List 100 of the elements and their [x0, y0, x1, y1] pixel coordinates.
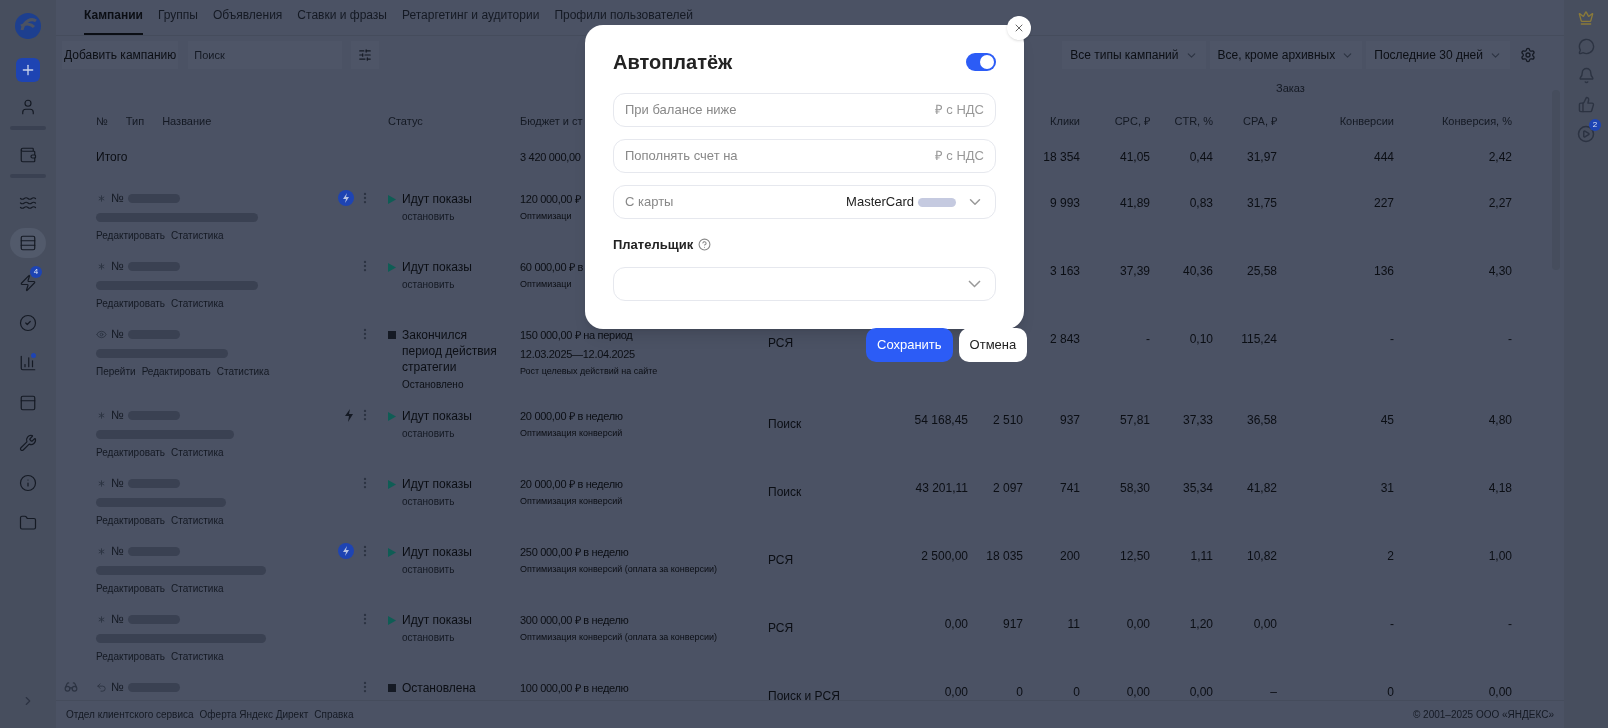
play-circle-icon[interactable]	[1577, 125, 1595, 143]
save-button[interactable]: Сохранить	[866, 328, 953, 362]
close-icon	[1013, 22, 1025, 34]
strategy-text: Оптимизация конверсий	[520, 495, 623, 508]
cpa-cell-text: 0,00	[1253, 616, 1277, 633]
group-header: Заказ	[1276, 80, 1305, 96]
wallet-icon	[19, 146, 37, 164]
cancel-button[interactable]: Отмена	[958, 328, 1028, 362]
campaign-type: Поиск и РСЯ	[768, 689, 840, 700]
column-header[interactable]: Конверсии	[1339, 112, 1394, 130]
clicks-cell-text: 0	[1073, 684, 1080, 700]
autopay-toggle[interactable]	[966, 53, 996, 71]
row-link[interactable]: Статистика	[171, 581, 224, 596]
help-icon[interactable]	[698, 238, 712, 252]
tab[interactable]: Профили пользователей	[554, 6, 693, 35]
footer-link[interactable]: Отдел клиентского сервиса	[66, 707, 194, 722]
row-link[interactable]: Редактировать	[96, 228, 166, 243]
row-link[interactable]: Перейти	[96, 364, 136, 379]
footer-link[interactable]: Справка	[314, 707, 354, 722]
column-header[interactable]: CPC, ₽	[1114, 112, 1150, 130]
close-button[interactable]	[1007, 16, 1031, 40]
cpa-cell-text: 31,75	[1246, 195, 1277, 212]
row-link[interactable]: Статистика	[171, 513, 224, 528]
logo-icon	[14, 12, 42, 40]
amount-field[interactable]: Пополнять счет на ₽ с НДС	[613, 139, 996, 173]
notification-badge: 4	[30, 266, 42, 278]
stop-link[interactable]: остановить	[402, 209, 520, 224]
create-button[interactable]	[16, 58, 40, 82]
number-label: №	[111, 543, 124, 560]
card-select[interactable]: С карты MasterCard	[613, 185, 996, 219]
ctr-cell-text: 1,11	[1190, 548, 1213, 565]
plus-icon	[20, 62, 36, 78]
stop-link[interactable]: остановить	[402, 630, 520, 645]
tab[interactable]: Кампании	[84, 6, 143, 35]
total-cell-text: 41,05	[1119, 149, 1150, 166]
total-cell-text: 444	[1373, 149, 1394, 166]
stop-link[interactable]: остановить	[402, 426, 520, 441]
footer-link[interactable]: Оферта Яндекс Директ	[199, 707, 309, 722]
cpa-cell-text: 115,24	[1241, 331, 1277, 348]
row-link[interactable]: Редактировать	[96, 445, 166, 460]
tab[interactable]: Объявления	[212, 6, 283, 35]
budget-text: 300 000,00 ₽ в неделю	[520, 613, 629, 628]
stop-link[interactable]: остановить	[402, 277, 520, 292]
crown-icon[interactable]	[1578, 10, 1594, 26]
row-link[interactable]: Редактировать	[96, 296, 166, 311]
row-link[interactable]: Статистика	[171, 228, 224, 243]
tab[interactable]: Ставки и фразы	[297, 6, 387, 35]
conversion-rate-cell-text: -	[1508, 331, 1512, 348]
conversion-rate-cell-text: 4,80	[1488, 412, 1512, 429]
cpc-cell-text: -	[1146, 331, 1150, 348]
bell-icon[interactable]	[1577, 67, 1595, 84]
amount-cell-text: 54 168,45	[914, 412, 968, 429]
conversions-cell-text: 0	[1387, 684, 1394, 700]
row-link[interactable]: Редактировать	[96, 581, 166, 596]
row-link[interactable]: Статистика	[171, 445, 224, 460]
folder-icon	[19, 514, 37, 532]
strategy-text: Оптимизаци	[520, 210, 572, 223]
amount-input[interactable]: При балансе ниже	[625, 100, 935, 120]
thumbs-up-icon[interactable]	[1577, 96, 1595, 113]
column-header[interactable]: Конверсия, %	[1441, 112, 1512, 130]
amount-input[interactable]: Пополнять счет на	[625, 146, 935, 166]
strategy-text: Оптимизация конверсий	[520, 427, 623, 440]
copyright: © 2001–2025 ООО «ЯНДЕКС»	[1412, 708, 1554, 722]
payer-select[interactable]	[613, 266, 996, 301]
column-header[interactable]: Тип	[125, 112, 145, 130]
conversions-cell-text: 31	[1380, 480, 1394, 497]
column-header[interactable]: CPA, ₽	[1243, 112, 1277, 130]
column-header[interactable]: Клики	[1050, 112, 1080, 130]
stop-link[interactable]: остановить	[402, 562, 520, 577]
clicks-cell-text: 9 993	[1049, 195, 1080, 212]
redacted-bar	[918, 197, 956, 207]
ctr-cell-text: 37,33	[1182, 412, 1213, 429]
cpc-cell-text: 37,39	[1119, 263, 1150, 280]
settings-icon[interactable]	[1520, 47, 1536, 63]
campaign-type: РСЯ	[768, 336, 794, 350]
conversion-rate-cell-text: 2,27	[1488, 195, 1512, 212]
chat-icon[interactable]	[1577, 38, 1595, 55]
sidebar-item[interactable]: 4	[10, 268, 46, 298]
row-link[interactable]: Статистика	[216, 364, 270, 379]
clicks-cell-text: 3 163	[1049, 263, 1080, 280]
amount-field[interactable]: При балансе ниже ₽ с НДС	[613, 93, 996, 127]
sidebar-item[interactable]	[10, 228, 46, 258]
tab[interactable]: Ретаргетинг и аудитории	[402, 6, 540, 35]
row-link[interactable]: Редактировать	[96, 649, 166, 664]
row-link[interactable]: Статистика	[171, 649, 224, 664]
cpa-cell-text: 10,82	[1246, 548, 1277, 565]
row-link[interactable]: Редактировать	[141, 364, 211, 379]
column-header[interactable]: CTR, %	[1174, 112, 1213, 130]
column-header[interactable]: Статус	[388, 112, 423, 130]
row-link[interactable]: Редактировать	[96, 513, 166, 528]
column-header[interactable]: Название	[162, 112, 212, 130]
row-link[interactable]: Статистика	[171, 296, 224, 311]
column-header[interactable]: Бюджет и ст	[520, 112, 583, 130]
budget-text: 150 000,00 ₽ на период	[520, 328, 633, 343]
column-header[interactable]: №	[96, 112, 108, 130]
stop-link[interactable]: остановить	[402, 494, 520, 509]
budget-text: 60 000,00 ₽ в	[520, 260, 583, 275]
field-suffix: ₽ с НДС	[934, 147, 984, 166]
tab[interactable]: Группы	[157, 6, 198, 35]
status-text: Идут показы	[402, 612, 473, 628]
